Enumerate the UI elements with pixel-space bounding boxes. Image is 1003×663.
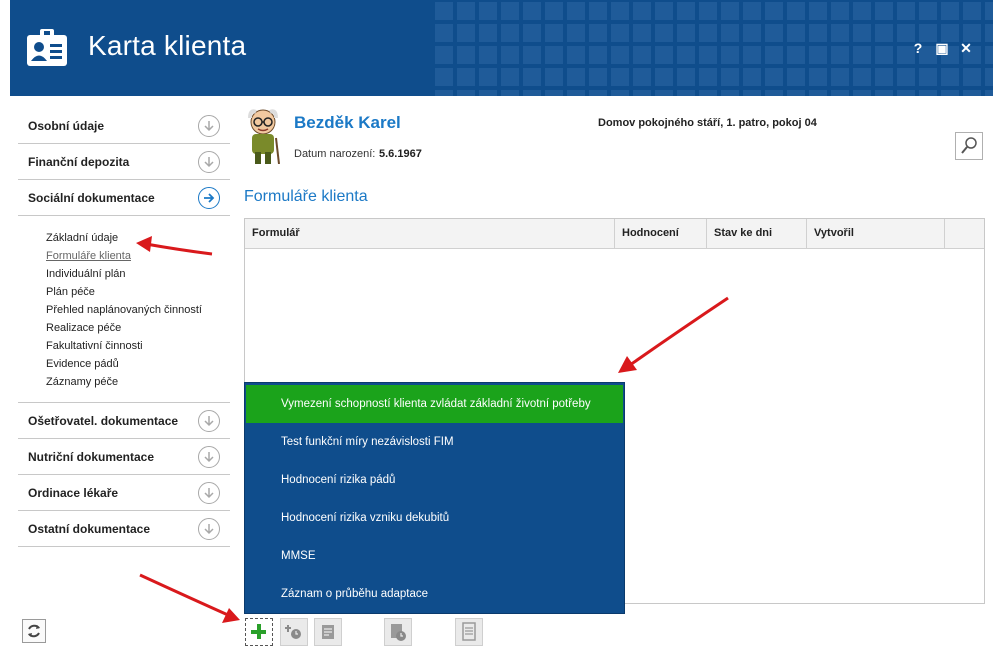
sidebar-subitems: Základní údaje Formuláře klienta Individ… [18,216,230,403]
edit-form-icon [322,625,334,639]
sidebar-item-care-plan[interactable]: Plán péče [46,284,230,302]
add-scheduled-button[interactable] [280,618,308,646]
sidebar-section-deposits[interactable]: Finanční depozita [18,144,230,180]
sidebar-section-label: Ostatní dokumentace [28,522,151,536]
sidebar-section-label: Sociální dokumentace [28,191,155,205]
menu-item-decubitus-risk[interactable]: Hodnocení rizika vzniku dekubitů [246,499,623,537]
sidebar-section-nutrition[interactable]: Nutriční dokumentace [18,439,230,475]
sidebar-section-label: Ošetřovatel. dokumentace [28,414,179,428]
close-button[interactable]: ✕ [958,40,974,56]
sidebar-item-individual-plan[interactable]: Individuální plán [46,266,230,284]
column-header-extra [945,219,984,248]
dob-label: Datum narození: [294,148,376,160]
form-history-button[interactable] [384,618,412,646]
maximize-button[interactable]: ▣ [934,40,950,56]
plus-icon [251,624,266,639]
refresh-icon [28,624,40,638]
add-form-button[interactable] [245,618,273,646]
expand-down-icon[interactable] [198,518,220,540]
sidebar-item-optional-activities[interactable]: Fakultativní činnosti [46,338,230,356]
column-header-state-date[interactable]: Stav ke dni [707,219,807,248]
sidebar-section-other[interactable]: Ostatní dokumentace [18,511,230,547]
sidebar-section-label: Osobní údaje [28,119,105,133]
app-header: Karta klienta ? ▣ ✕ [10,0,993,96]
expand-down-icon[interactable] [198,482,220,504]
sidebar-item-care-records[interactable]: Záznamy péče [46,374,230,392]
form-history-icon [391,624,406,641]
document-icon [462,622,476,641]
search-button[interactable] [955,132,983,160]
menu-item-basic-needs[interactable]: Vymezení schopností klienta zvládat zákl… [246,385,623,423]
column-header-created-by[interactable]: Vytvořil [807,219,945,248]
sidebar-item-client-forms[interactable]: Formuláře klienta [46,248,230,266]
expand-down-icon[interactable] [198,115,220,137]
sidebar-item-falls-record[interactable]: Evidence pádů [46,356,230,374]
arrow-right-icon[interactable] [198,187,220,209]
menu-item-fim-test[interactable]: Test funkční míry nezávislosti FIM [246,423,623,461]
sidebar-item-basic-info[interactable]: Základní údaje [46,230,230,248]
add-form-menu: Vymezení schopností klienta zvládat zákl… [244,382,625,614]
column-header-rating[interactable]: Hodnocení [615,219,707,248]
client-card-icon [27,29,67,66]
sidebar-section-label: Ordinace lékaře [28,486,119,500]
expand-down-icon[interactable] [198,446,220,468]
menu-item-adaptation-record[interactable]: Záznam o průběhu adaptace [246,575,623,613]
add-scheduled-icon [285,625,301,639]
refresh-button[interactable] [22,619,46,643]
menu-item-mmse[interactable]: MMSE [246,537,623,575]
client-location: Domov pokojného stáří, 1. patro, pokoj 0… [598,117,817,129]
search-icon [961,137,977,154]
table-header: Formulář Hodnocení Stav ke dni Vytvořil [245,219,984,249]
annotation-arrow [139,573,240,623]
dob-value: 5.6.1967 [379,148,422,160]
edit-form-button[interactable] [314,618,342,646]
document-button[interactable] [455,618,483,646]
expand-down-icon[interactable] [198,410,220,432]
column-header-form[interactable]: Formulář [245,219,615,248]
header-pattern [433,0,993,96]
expand-down-icon[interactable] [198,151,220,173]
sidebar-section-label: Finanční depozita [28,155,130,169]
sidebar-section-social[interactable]: Sociální dokumentace [18,180,230,216]
app-title: Karta klienta [88,30,247,61]
sidebar-section-label: Nutriční dokumentace [28,450,155,464]
page-title: Formuláře klienta [244,188,368,205]
client-avatar [248,109,280,164]
help-button[interactable]: ? [910,40,926,56]
sidebar-section-nursing[interactable]: Ošetřovatel. dokumentace [18,403,230,439]
sidebar-section-personal[interactable]: Osobní údaje [18,108,230,144]
sidebar-item-planned-activities[interactable]: Přehled naplánovaných činností [46,302,230,320]
sidebar-section-doctor[interactable]: Ordinace lékaře [18,475,230,511]
client-name: Bezděk Karel [294,113,401,132]
sidebar-item-care-realization[interactable]: Realizace péče [46,320,230,338]
sidebar: Osobní údaje Finanční depozita Sociální … [18,108,230,547]
menu-item-fall-risk[interactable]: Hodnocení rizika pádů [246,461,623,499]
